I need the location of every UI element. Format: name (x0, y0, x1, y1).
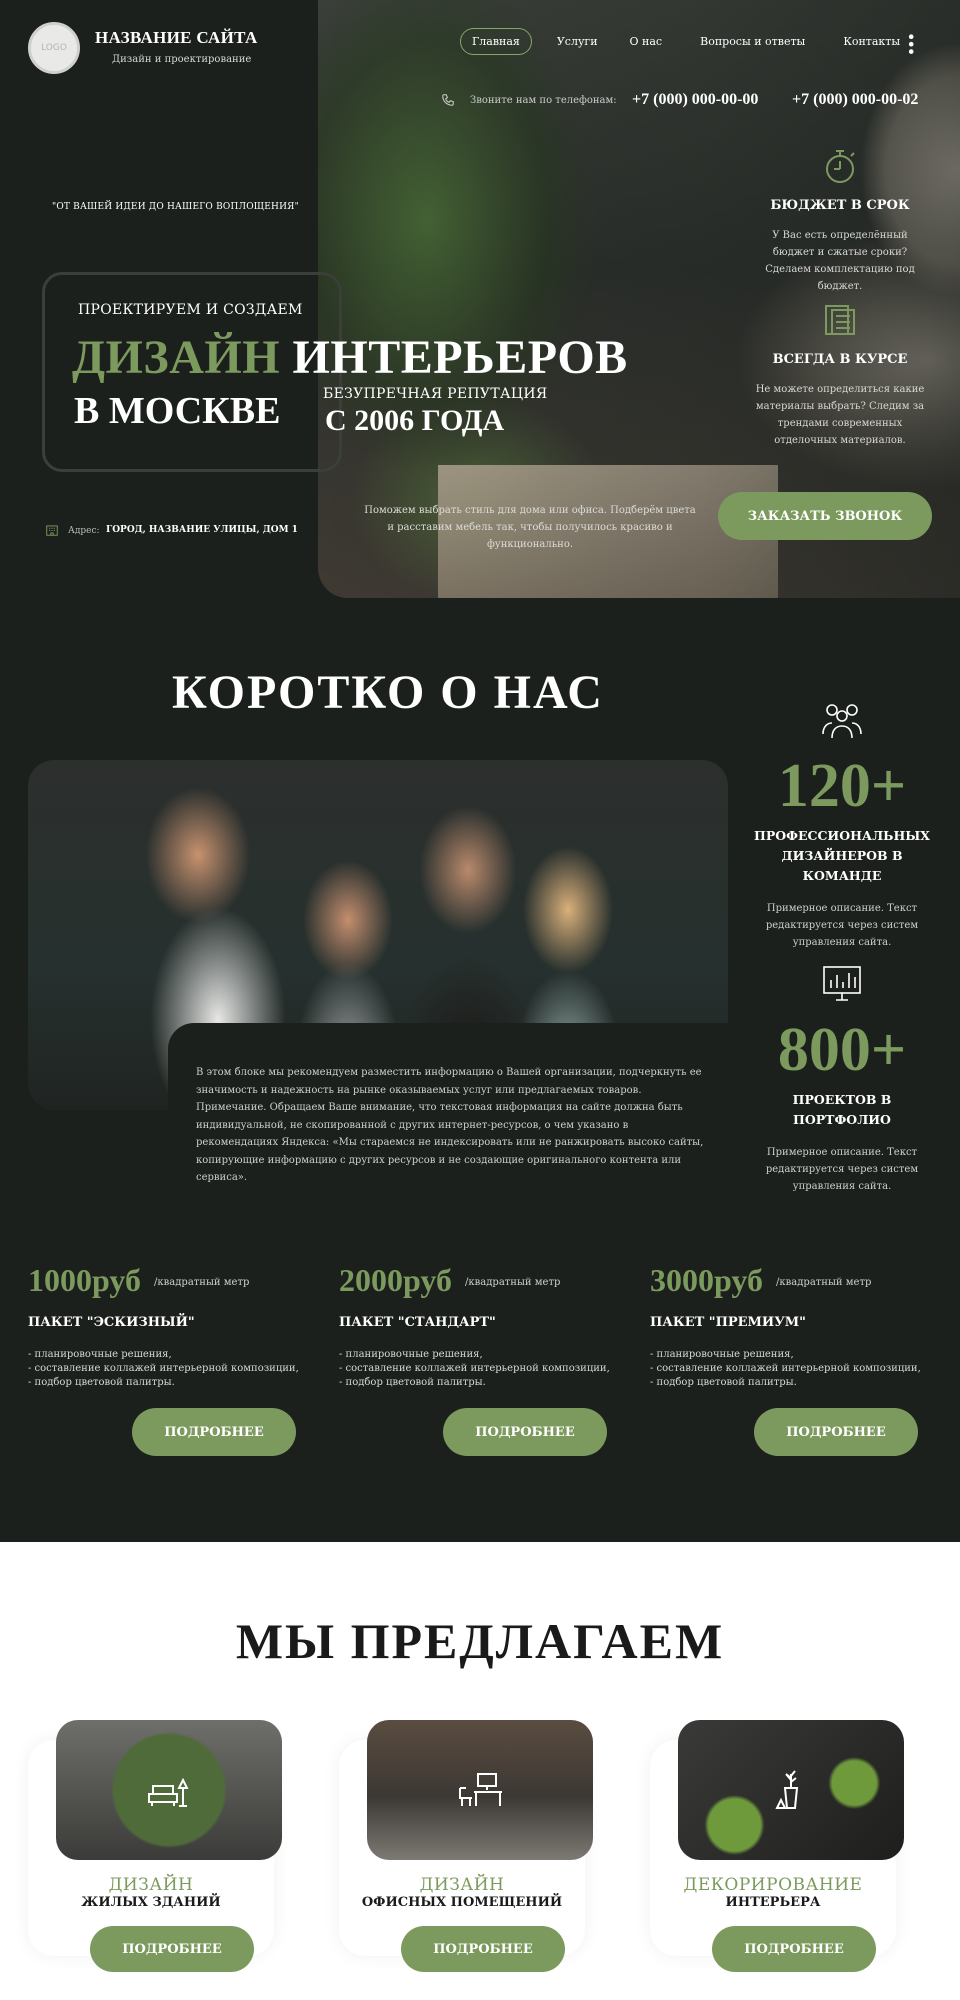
stat-number: 800+ (777, 1016, 907, 1084)
nav-item-home[interactable]: Главная (460, 28, 532, 55)
stat-number: 120+ (777, 752, 907, 820)
feature-text: Не можете определиться какие материалы в… (755, 384, 925, 446)
hero-pretitle: ПРОЕКТИРУЕМ И СОЗДАЕМ (78, 302, 303, 318)
card-title: ИНТЕРЬЕРА (725, 1895, 821, 1910)
card-title: ЖИЛЫХ ЗДАНИЙ (81, 1895, 221, 1910)
feature-title: БЮДЖЕТ В СРОК (770, 198, 910, 213)
card-title-accent: ДЕКОРИРОВАНИЕ (683, 1875, 863, 1895)
about-text: В этом блоке мы рекомендуем разместить и… (196, 1067, 704, 1183)
nav-item-services[interactable]: Услуги (557, 29, 598, 54)
stat-text: Примерное описание. Текст редактируется … (765, 1147, 919, 1192)
package-name: ПАКЕТ "СТАНДАРТ" (339, 1315, 496, 1330)
address-label: Адрес: (68, 526, 100, 536)
team-icon (822, 704, 862, 739)
stat-title: ПРОЕКТОВ В ПОРТФОЛИО (792, 1092, 892, 1127)
callback-button[interactable]: ЗАКАЗАТЬ ЗВОНОК (718, 492, 932, 540)
phone-number-1[interactable]: +7 (000) 000-00-00 (632, 91, 758, 109)
hero-since: С 2006 ГОДА (325, 404, 505, 437)
stat-text: Примерное описание. Текст редактируется … (765, 903, 919, 948)
package-features: - планировочные решения, - составление к… (650, 1348, 930, 1390)
hero-section: LOGO НАЗВАНИЕ САЙТА Дизайн и проектирова… (0, 0, 960, 598)
hero-title: ДИЗАЙН ИНТЕРЬЕРОВ (72, 330, 628, 385)
package-unit: /квадратный метр (154, 1277, 250, 1288)
list-item: - составление коллажей интерьерной компо… (28, 1363, 299, 1374)
swatches-icon (825, 305, 855, 335)
hero-description: Поможем выбрать стиль для дома или офиса… (364, 505, 696, 550)
package-unit: /квадратный метр (465, 1277, 561, 1288)
package-details-button[interactable]: ПОДРОБНЕЕ (132, 1408, 296, 1456)
stat-title: ПРОФЕССИОНАЛЬНЫХ ДИЗАЙНЕРОВ В КОМАНДЕ (754, 828, 930, 883)
offer-section: МЫ ПРЕДЛАГАЕМ ДИЗАЙН ЖИЛЫХ ЗДАНИЙ ПОДРОБ… (0, 1542, 960, 2000)
hero-title-accent: ДИЗАЙН (72, 331, 281, 384)
offer-card-residential[interactable]: ДИЗАЙН ЖИЛЫХ ЗДАНИЙ ПОДРОБНЕЕ (28, 1720, 282, 1972)
package-sketch: 1000руб /квадратный метр ПАКЕТ "ЭСКИЗНЫЙ… (28, 1262, 308, 1456)
more-menu-icon[interactable]: ••• (901, 32, 920, 54)
package-details-button[interactable]: ПОДРОБНЕЕ (443, 1408, 607, 1456)
list-item: - планировочные решения, (339, 1349, 483, 1360)
residential-photo (56, 1720, 282, 1860)
package-features: - планировочные решения, - составление к… (28, 1348, 308, 1390)
list-item: - составление коллажей интерьерной компо… (339, 1363, 610, 1374)
phone-label: Звоните нам по телефонам: (470, 95, 617, 106)
package-name: ПАКЕТ "ЭСКИЗНЫЙ" (28, 1315, 195, 1330)
building-icon (46, 525, 58, 536)
package-details-button[interactable]: ПОДРОБНЕЕ (754, 1408, 918, 1456)
nav-item-about[interactable]: О нас (630, 29, 663, 54)
offer-title: МЫ ПРЕДЛАГАЕМ (235, 1613, 725, 1669)
list-item: - составление коллажей интерьерной компо… (650, 1363, 921, 1374)
card-title: ОФИСНЫХ ПОМЕЩЕНИЙ (361, 1895, 563, 1910)
card-details-button[interactable]: ПОДРОБНЕЕ (90, 1926, 254, 1972)
list-item: - подбор цветовой палитры. (28, 1377, 175, 1388)
card-title-accent: ДИЗАЙН (419, 1875, 505, 1895)
main-nav: Главная Услуги О нас Вопросы и ответы Ко… (460, 28, 900, 55)
monitor-chart-icon (823, 966, 861, 1001)
package-price: 3000руб (650, 1262, 763, 1298)
office-photo (367, 1720, 593, 1860)
nav-item-faq[interactable]: Вопросы и ответы (700, 29, 805, 54)
armchair-lamp-icon (148, 1777, 189, 1807)
feature-budget: БЮДЖЕТ В СРОК У Вас есть определённый бю… (750, 146, 930, 295)
about-title: КОРОТКО О НАС (172, 666, 604, 719)
stat-portfolio: 800+ ПРОЕКТОВ В ПОРТФОЛИО Примерное опис… (752, 964, 932, 1195)
feature-trends: ВСЕГДА В КУРСЕ Не можете определиться ка… (750, 300, 930, 449)
card-details-button[interactable]: ПОДРОБНЕЕ (712, 1926, 876, 1972)
offer-card-decor[interactable]: ДЕКОРИРОВАНИЕ ИНТЕРЬЕРА ПОДРОБНЕЕ (650, 1720, 904, 1972)
feature-title: ВСЕГДА В КУРСЕ (772, 352, 908, 367)
hero-title-rest: ИНТЕРЬЕРОВ (292, 331, 628, 384)
stopwatch-icon (826, 150, 855, 183)
desk-chair-icon (459, 1773, 502, 1806)
feature-text: У Вас есть определённый бюджет и сжатые … (765, 230, 915, 292)
hero-motto: "ОТ ВАШЕЙ ИДЕИ ДО НАШЕГО ВОПЛОЩЕНИЯ" (52, 202, 299, 212)
phone-icon (442, 94, 454, 106)
list-item: - планировочные решения, (28, 1349, 172, 1360)
hero-reputation: БЕЗУПРЕЧНАЯ РЕПУТАЦИЯ (323, 386, 548, 402)
card-details-button[interactable]: ПОДРОБНЕЕ (401, 1926, 565, 1972)
decor-photo (678, 1720, 904, 1860)
package-standard: 2000руб /квадратный метр ПАКЕТ "СТАНДАРТ… (339, 1262, 619, 1456)
logo[interactable]: LOGO (28, 22, 80, 74)
package-premium: 3000руб /квадратный метр ПАКЕТ "ПРЕМИУМ"… (650, 1262, 930, 1456)
site-name[interactable]: НАЗВАНИЕ САЙТА (95, 28, 258, 48)
hero-title-line2: В МОСКВЕ (74, 390, 281, 432)
package-price: 1000руб (28, 1262, 141, 1298)
site-subtitle: Дизайн и проектирование (112, 54, 252, 65)
phone-number-2[interactable]: +7 (000) 000-00-02 (792, 91, 918, 109)
package-features: - планировочные решения, - составление к… (339, 1348, 619, 1390)
list-item: - планировочные решения, (650, 1349, 794, 1360)
card-title-accent: ДИЗАЙН (108, 1875, 194, 1895)
stat-designers: 120+ ПРОФЕССИОНАЛЬНЫХ ДИЗАЙНЕРОВ В КОМАН… (752, 700, 932, 951)
package-name: ПАКЕТ "ПРЕМИУМ" (650, 1315, 806, 1330)
package-unit: /квадратный метр (776, 1277, 872, 1288)
list-item: - подбор цветовой палитры. (339, 1377, 486, 1388)
vase-icon (775, 1770, 799, 1809)
address-value: ГОРОД, НАЗВАНИЕ УЛИЦЫ, ДОМ 1 (106, 525, 298, 535)
nav-item-contacts[interactable]: Контакты (843, 29, 900, 54)
list-item: - подбор цветовой палитры. (650, 1377, 797, 1388)
offer-card-office[interactable]: ДИЗАЙН ОФИСНЫХ ПОМЕЩЕНИЙ ПОДРОБНЕЕ (339, 1720, 593, 1972)
package-price: 2000руб (339, 1262, 452, 1298)
